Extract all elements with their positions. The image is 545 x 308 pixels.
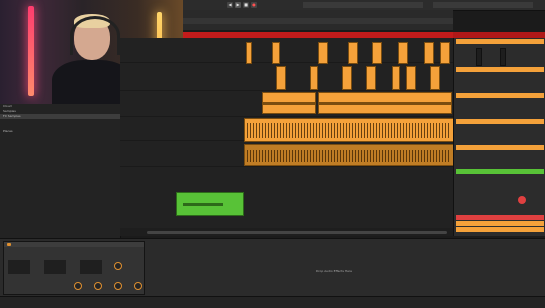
track-divider: [120, 90, 453, 91]
browser-panel: Cloud Samples FX Samples Places: [0, 104, 121, 238]
scrollbar-thumb[interactable]: [147, 231, 447, 234]
play-icon[interactable]: ▶: [235, 2, 241, 8]
audio-clip[interactable]: [372, 42, 382, 64]
power-icon[interactable]: [7, 243, 11, 246]
volume-meter: [500, 48, 506, 66]
record-icon[interactable]: ●: [251, 2, 257, 8]
filter-graph[interactable]: [44, 260, 66, 274]
audio-clip[interactable]: [398, 42, 408, 64]
arm-icon[interactable]: [518, 196, 526, 204]
return-header[interactable]: [456, 227, 544, 232]
stop-icon[interactable]: ■: [243, 2, 249, 8]
track-header[interactable]: [456, 145, 544, 150]
audio-clip[interactable]: [262, 92, 316, 114]
track-header[interactable]: [456, 169, 544, 174]
stereo-knob[interactable]: [114, 262, 122, 270]
audio-clip[interactable]: [272, 42, 280, 64]
clip-envelope: [263, 102, 315, 105]
audio-clip[interactable]: [310, 66, 318, 90]
volume-meter: [476, 48, 482, 66]
eq-graph[interactable]: [8, 260, 30, 274]
tempo-display[interactable]: [303, 2, 423, 8]
track-divider: [120, 166, 453, 167]
audio-clip[interactable]: [392, 66, 400, 90]
audio-clip[interactable]: [406, 66, 416, 90]
rewind-icon[interactable]: ◀: [227, 2, 233, 8]
track-header[interactable]: [456, 119, 544, 124]
audio-clip[interactable]: [276, 66, 286, 90]
audio-clip[interactable]: [342, 66, 352, 90]
waveform: [183, 203, 223, 206]
track-header[interactable]: [456, 93, 544, 98]
drywet-knob[interactable]: [114, 282, 122, 290]
size-knob[interactable]: [94, 282, 102, 290]
mixer-panel: [453, 38, 545, 236]
audio-clip[interactable]: [348, 42, 358, 64]
track-divider: [120, 116, 453, 117]
audio-clip-green[interactable]: [176, 192, 244, 216]
decay-knob[interactable]: [74, 282, 82, 290]
audio-clip-long[interactable]: [244, 144, 454, 166]
audio-clip[interactable]: [318, 42, 328, 64]
output-knob[interactable]: [134, 282, 142, 290]
device-header[interactable]: [4, 242, 144, 247]
track-header[interactable]: [456, 67, 544, 72]
neon-light-left: [28, 6, 34, 96]
audio-clip[interactable]: [318, 92, 452, 114]
track-header[interactable]: [456, 39, 544, 44]
headset-icon: [70, 16, 120, 55]
cpu-display: [433, 2, 533, 8]
return-header[interactable]: [456, 221, 544, 226]
diffusion-graph[interactable]: [80, 260, 102, 274]
audio-clip[interactable]: [246, 42, 252, 64]
master-header[interactable]: [456, 215, 544, 220]
audio-clip[interactable]: [430, 66, 440, 90]
audio-clip-long[interactable]: [244, 118, 454, 142]
clip-envelope: [319, 102, 451, 105]
timeline-bar[interactable]: [183, 18, 453, 24]
waveform: [247, 150, 451, 162]
audio-clip[interactable]: [440, 42, 450, 64]
device-chain: Drop Audio Effects Here: [0, 238, 545, 297]
browser-item[interactable]: [0, 194, 120, 199]
drop-effects-hint[interactable]: Drop Audio Effects Here: [304, 269, 364, 273]
audio-clip[interactable]: [424, 42, 434, 64]
status-bar: [0, 296, 545, 308]
reverb-device[interactable]: [3, 241, 145, 295]
audio-clip[interactable]: [366, 66, 376, 90]
waveform: [247, 123, 451, 138]
